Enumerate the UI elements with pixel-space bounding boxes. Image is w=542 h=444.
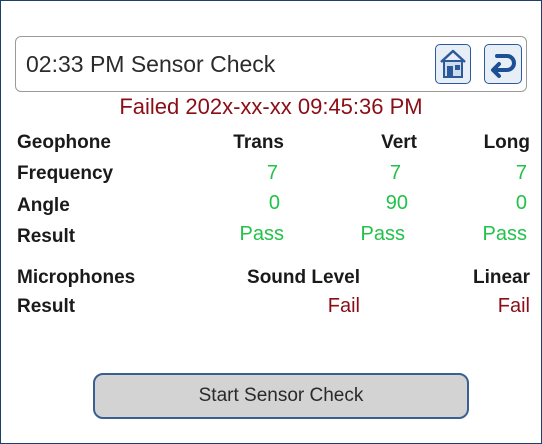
result-trans: Pass: [239, 223, 284, 245]
angle-label: Angle: [17, 195, 70, 216]
column-long: Long: [483, 132, 530, 153]
angle-trans: 0: [268, 192, 280, 214]
geophone-label: Geophone: [17, 132, 111, 153]
start-sensor-check-button[interactable]: Start Sensor Check: [93, 373, 469, 419]
home-icon: [440, 49, 466, 78]
result-long: Pass: [482, 223, 527, 245]
angle-long: 0: [515, 192, 527, 214]
start-sensor-check-label: Start Sensor Check: [198, 385, 364, 406]
check-status: Failed 202x-xx-xx 09:45:36 PM: [119, 94, 423, 119]
column-trans: Trans: [233, 132, 284, 153]
frequency-label: Frequency: [17, 163, 114, 184]
header-bar: 02:33 PM Sensor Check: [15, 36, 527, 92]
back-button[interactable]: [484, 44, 522, 84]
column-vert: Vert: [381, 132, 417, 153]
result-label: Result: [17, 226, 76, 247]
angle-vert: 90: [385, 192, 408, 214]
frequency-long: 7: [515, 162, 527, 184]
microphones-label: Microphones: [17, 267, 136, 288]
home-button[interactable]: [435, 44, 471, 84]
column-sound-level: Sound Level: [247, 267, 360, 288]
mic-result-label: Result: [17, 296, 76, 317]
result-linear: Fail: [497, 295, 530, 317]
frequency-vert: 7: [389, 162, 401, 184]
page-title: 02:33 PM Sensor Check: [26, 51, 275, 78]
column-linear: Linear: [472, 267, 530, 288]
frequency-trans: 7: [266, 162, 278, 184]
result-sound-level: Fail: [327, 295, 360, 317]
back-arrow-icon: [491, 54, 516, 78]
clock-time: 02:33 PM: [26, 51, 125, 77]
result-vert: Pass: [360, 223, 405, 245]
screen-title: Sensor Check: [130, 51, 276, 77]
